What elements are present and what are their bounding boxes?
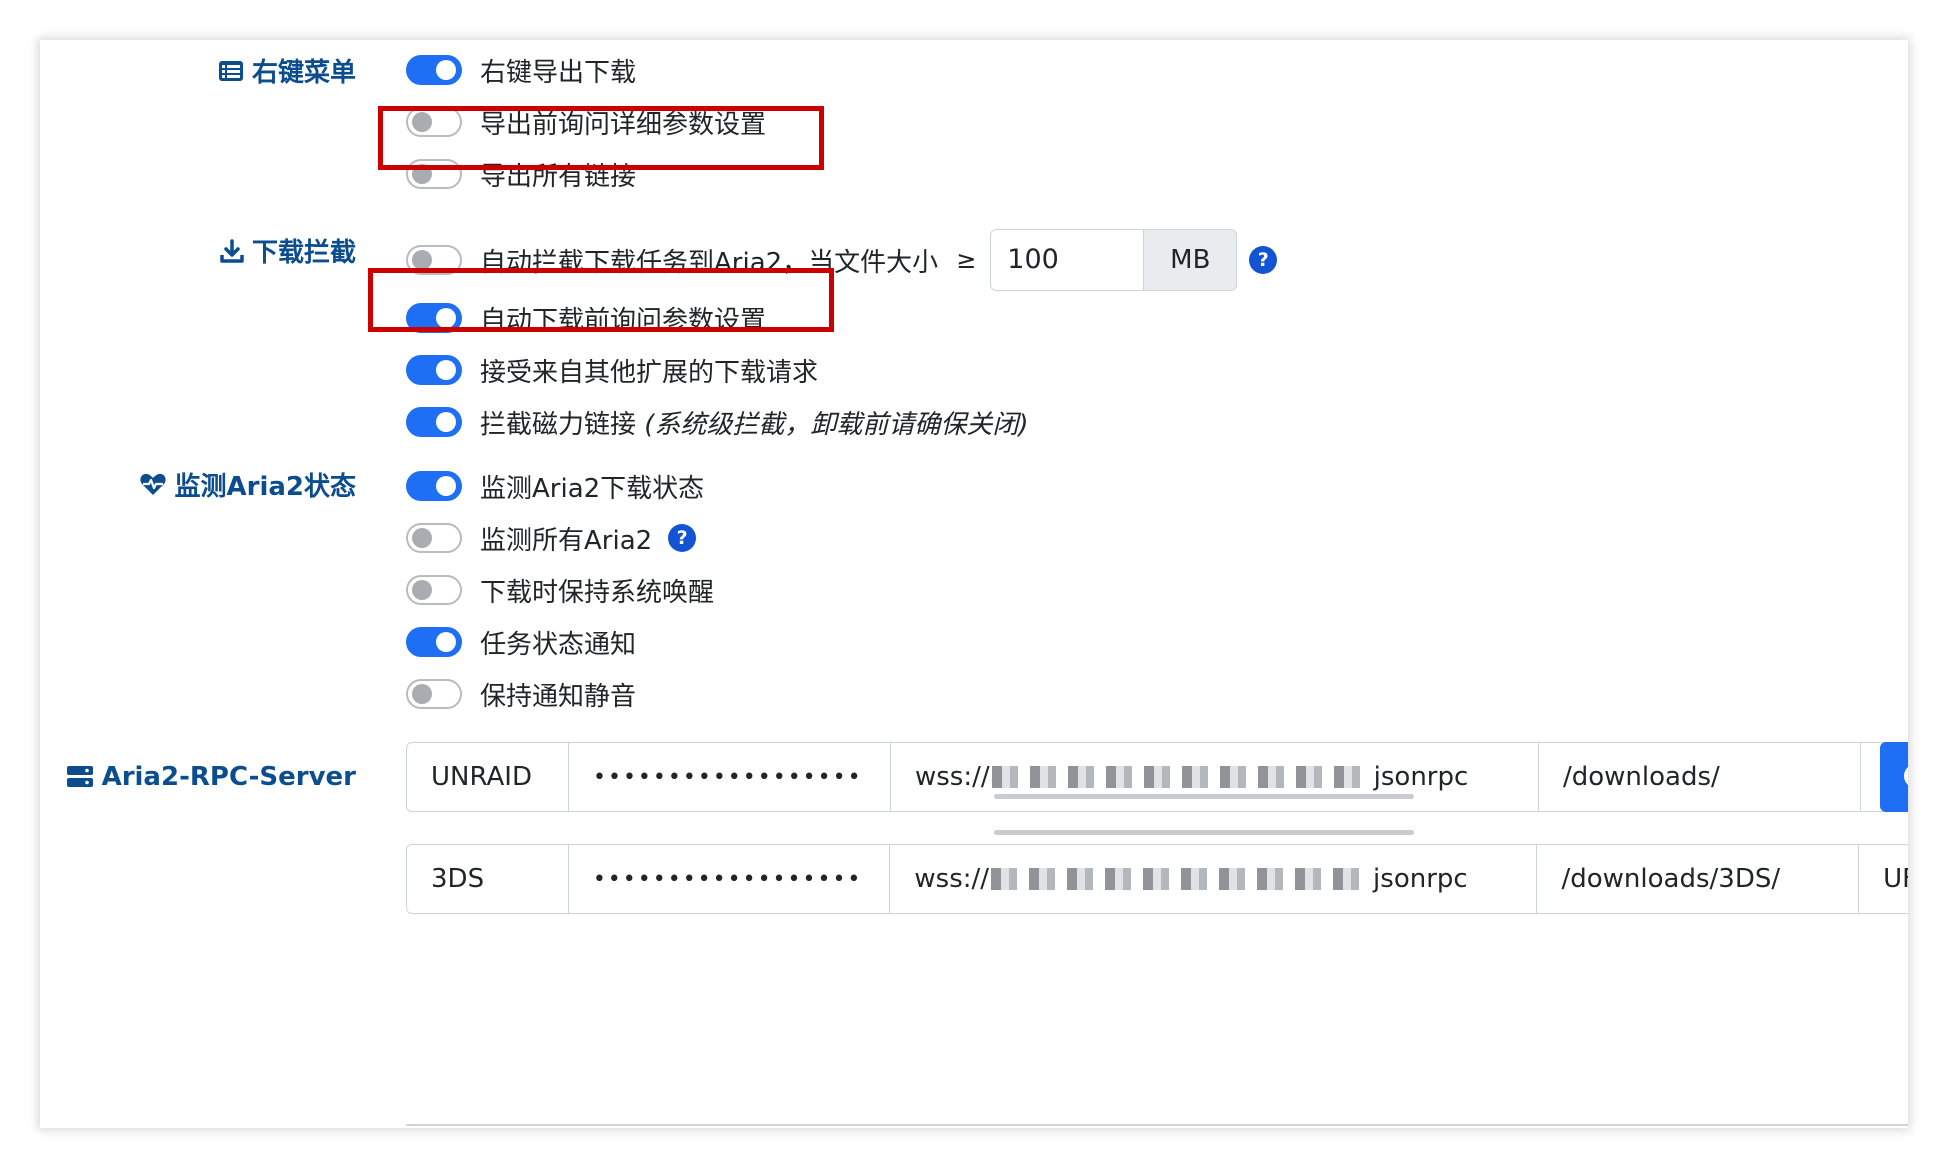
size-unit: MB [1143, 230, 1237, 290]
option-task-notify[interactable]: 任务状态通知 [406, 622, 636, 662]
section-label-monitor: 监测Aria2状态 [139, 466, 357, 503]
section-label-rpc: Aria2-RPC-Server [66, 762, 356, 792]
option-intercept-magnet[interactable]: 拦截磁力链接 (系统级拦截，卸载前请确保关闭) [406, 402, 1029, 442]
option-ask-params-before-export[interactable]: 导出前询问详细参数设置 [406, 102, 766, 142]
option-monitor-all[interactable]: 监测所有Aria2 ? [406, 518, 697, 558]
section-title: 监测Aria2状态 [174, 472, 357, 502]
section-title: 下载拦截 [251, 238, 356, 268]
scrollbar[interactable] [994, 830, 1414, 835]
rpc-server-row: 3DS •••••••••••••••••• wss://jsonrpc /do… [406, 844, 1908, 914]
option-note: (系统级拦截，卸载前请确保关闭) [644, 409, 1029, 440]
rpc-name-input[interactable]: UNRAID [407, 743, 569, 811]
toggle-ask-params-before-download[interactable] [406, 303, 462, 333]
section-title: Aria2-RPC-Server [101, 762, 356, 792]
section-title: 右键菜单 [251, 58, 356, 88]
rpc-name-input[interactable]: 3DS [407, 845, 569, 913]
add-server-button[interactable] [1880, 742, 1908, 812]
option-mute-notify[interactable]: 保持通知静音 [406, 674, 636, 714]
redacted-text [991, 766, 1372, 788]
redacted-text [991, 868, 1372, 890]
rpc-path-input[interactable]: /downloads/3DS/ [1537, 845, 1860, 913]
option-label: 自动拦截下载任务到Aria2，当文件大小 [480, 247, 939, 278]
toggle-export-all-links[interactable] [406, 159, 462, 189]
settings-card: 右键菜单 右键导出下载 导出前询问详细参数设置 导出所有链接 下载拦截 自动拦截… [40, 40, 1908, 1128]
section-label-intercept: 下载拦截 [220, 232, 356, 269]
toggle-auto-intercept[interactable] [406, 245, 462, 275]
option-auto-intercept[interactable]: 自动拦截下载任务到Aria2，当文件大小 ≥ 100 MB ? [406, 229, 1278, 291]
toggle-monitor-download[interactable] [406, 471, 462, 501]
option-label: 保持通知静音 [480, 681, 637, 712]
rpc-url-input[interactable]: wss://jsonrpc [890, 845, 1538, 913]
plus-circle-icon [1904, 764, 1908, 788]
option-label: 下载时保持系统唤醒 [480, 577, 715, 608]
rpc-secret-input[interactable]: •••••••••••••••••• [569, 743, 891, 811]
option-label: 拦截磁力链接 (系统级拦截，卸载前请确保关闭) [480, 409, 1029, 440]
toggle-keep-awake[interactable] [406, 575, 462, 605]
toggle-mute-notify[interactable] [406, 679, 462, 709]
option-context-export[interactable]: 右键导出下载 [406, 50, 636, 90]
toggle-task-notify[interactable] [406, 627, 462, 657]
download-icon [220, 238, 244, 263]
option-label: 监测Aria2下载状态 [480, 473, 705, 504]
heartbeat-icon [139, 473, 167, 497]
option-accept-other-extensions[interactable]: 接受来自其他扩展的下载请求 [406, 350, 818, 390]
help-icon[interactable]: ? [1249, 246, 1278, 274]
size-input-group: 100 MB [990, 229, 1238, 291]
server-icon [66, 765, 94, 789]
option-label: 自动下载前询问参数设置 [480, 305, 767, 336]
option-keep-awake[interactable]: 下载时保持系统唤醒 [406, 570, 714, 610]
divider [406, 1124, 1908, 1126]
toggle-context-export[interactable] [406, 55, 462, 85]
option-label: 任务状态通知 [480, 629, 637, 660]
comparator: ≥ [956, 246, 977, 274]
rpc-server-row: UNRAID •••••••••••••••••• wss://jsonrpc … [406, 742, 1908, 812]
section-label-context-menu: 右键菜单 [218, 52, 356, 89]
option-export-all-links[interactable]: 导出所有链接 [406, 154, 636, 194]
toggle-accept-other-extensions[interactable] [406, 355, 462, 385]
size-input[interactable]: 100 [991, 230, 1143, 288]
option-label: 接受来自其他扩展的下载请求 [480, 357, 819, 388]
rpc-secret-input[interactable]: •••••••••••••••••• [569, 845, 891, 913]
toggle-intercept-magnet[interactable] [406, 407, 462, 437]
rpc-path-input[interactable]: /downloads/ [1539, 743, 1861, 811]
toggle-monitor-all[interactable] [406, 523, 462, 553]
scrollbar[interactable] [994, 794, 1414, 799]
rpc-url-input[interactable]: wss://jsonrpc [891, 743, 1539, 811]
list-icon [218, 60, 244, 82]
option-label: 导出前询问详细参数设置 [480, 109, 767, 140]
option-ask-params-before-download[interactable]: 自动下载前询问参数设置 [406, 298, 766, 338]
help-icon[interactable]: ? [668, 524, 697, 552]
toggle-ask-params-before-export[interactable] [406, 107, 462, 137]
option-label: 右键导出下载 [480, 57, 637, 88]
rpc-extra-input[interactable]: UF [1859, 845, 1908, 913]
option-label: 导出所有链接 [480, 161, 637, 192]
option-label: 监测所有Aria2 [480, 525, 653, 556]
option-monitor-download[interactable]: 监测Aria2下载状态 [406, 466, 704, 506]
